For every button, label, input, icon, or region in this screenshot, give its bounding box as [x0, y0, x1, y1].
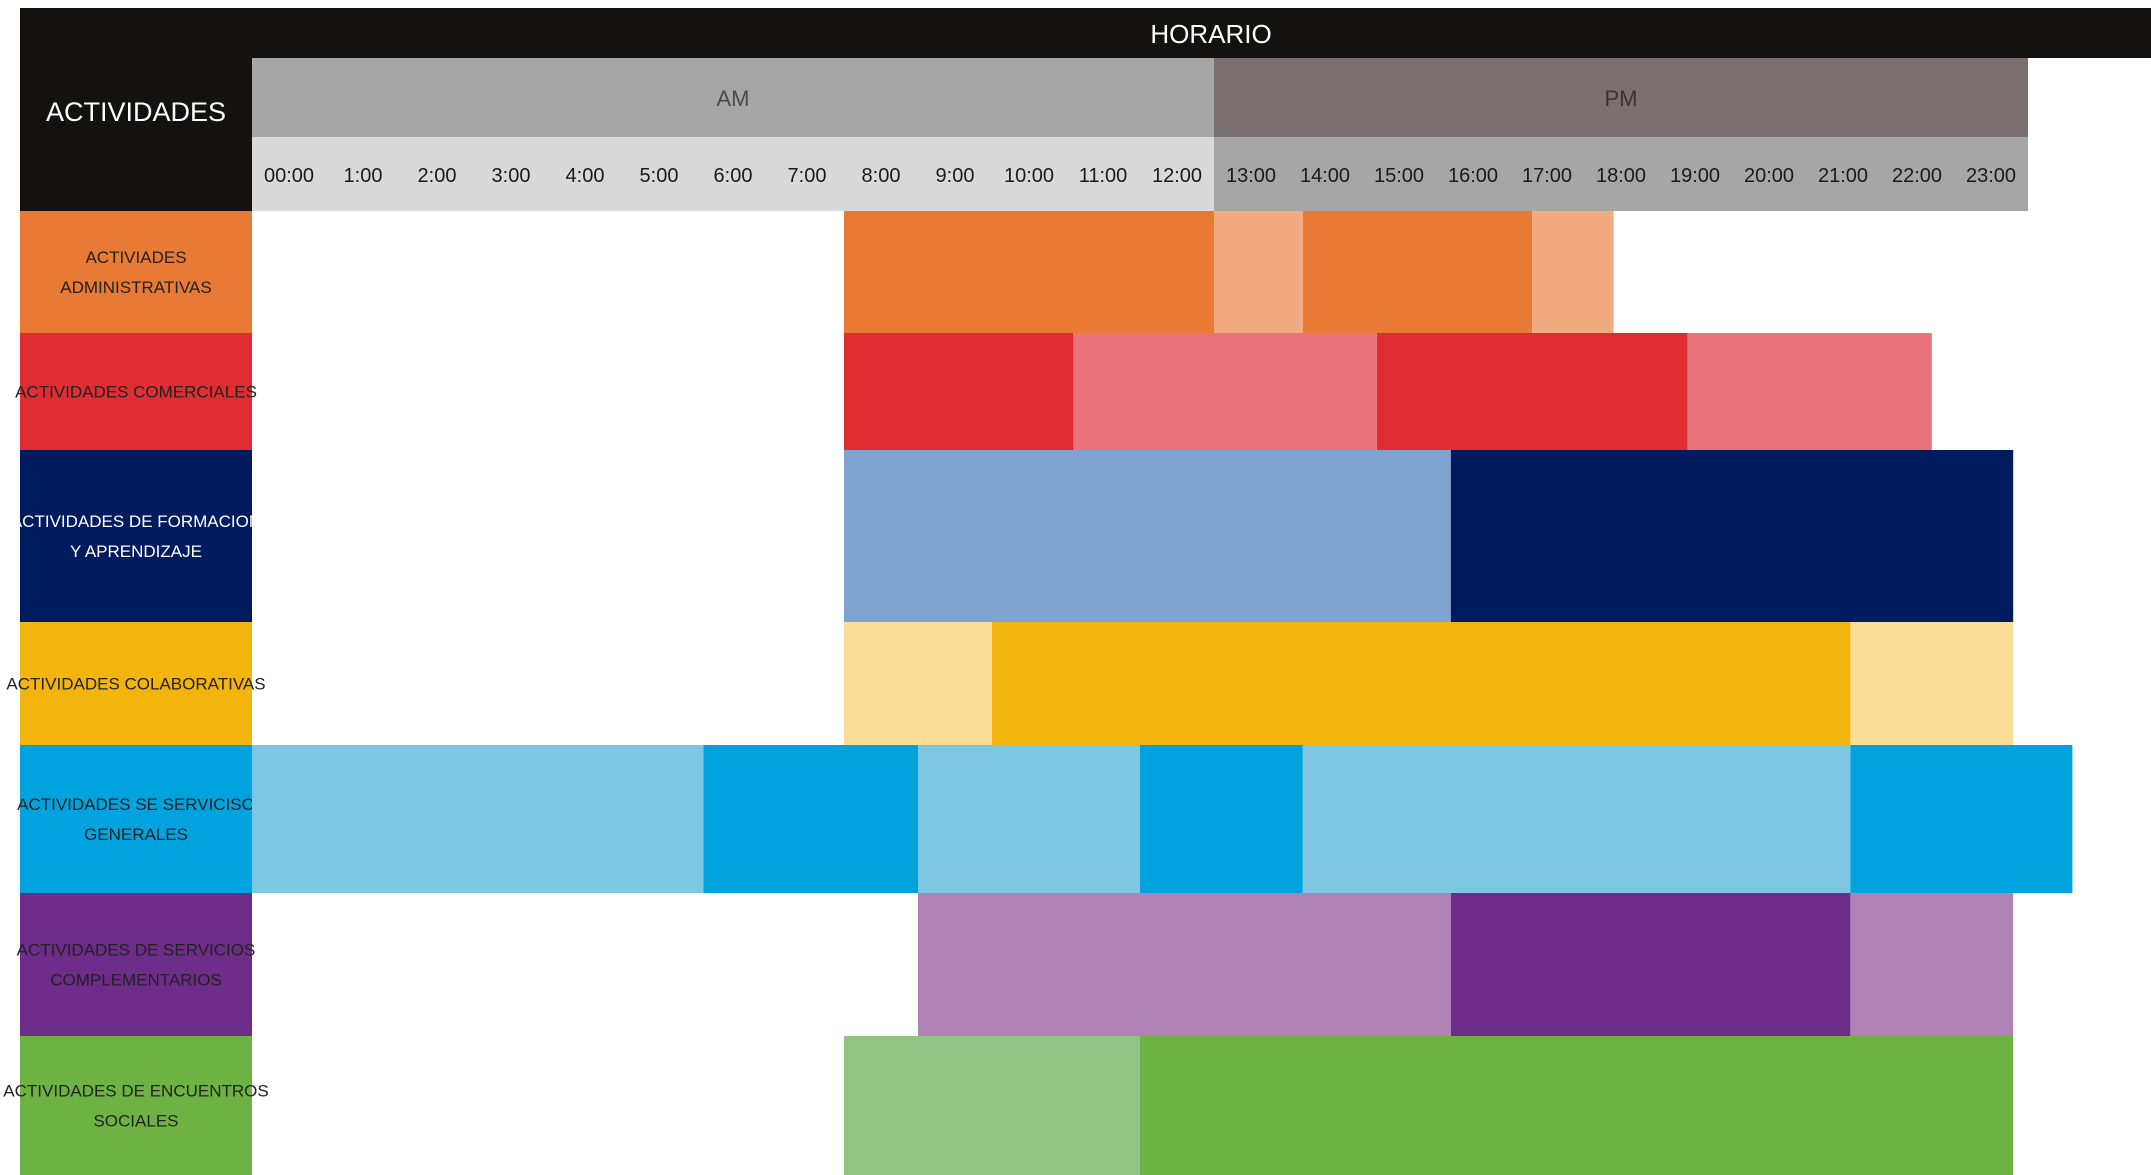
- schedule-bar: [1450, 450, 2014, 622]
- schedule-bar: [844, 211, 1214, 333]
- row-label: ACTIVIDADES COMERCIALES: [15, 382, 257, 401]
- hour-label: 00:00: [264, 165, 314, 187]
- hour-label: 6:00: [714, 165, 753, 187]
- hour-label: 19:00: [1670, 165, 1720, 187]
- schedule-bar: [1073, 333, 1377, 450]
- hour-label: 12:00: [1152, 165, 1202, 187]
- schedule-bar: [844, 450, 1451, 622]
- row-label-cell: [20, 450, 252, 622]
- row-label-cell: [20, 211, 252, 333]
- schedule-bar: [1687, 333, 1932, 450]
- schedule-bar: [703, 745, 918, 893]
- schedule-bar: [918, 745, 1140, 893]
- row-label-cell: [20, 745, 252, 893]
- schedule-bar: [844, 622, 992, 745]
- schedule-bar: [918, 893, 1451, 1036]
- chart-title: HORARIO: [1150, 19, 1271, 49]
- hour-label: 2:00: [418, 165, 457, 187]
- hour-label: 9:00: [936, 165, 975, 187]
- hour-label: 14:00: [1300, 165, 1350, 187]
- schedule-bar: [252, 745, 704, 893]
- hour-label: 17:00: [1522, 165, 1572, 187]
- schedule-bar: [1214, 211, 1303, 333]
- hour-label: 7:00: [788, 165, 827, 187]
- hour-label: 20:00: [1744, 165, 1794, 187]
- schedule-bar: [1140, 745, 1303, 893]
- hour-label: 21:00: [1818, 165, 1868, 187]
- schedule-bar: [1850, 622, 2014, 745]
- period-label: AM: [717, 86, 750, 111]
- schedule-bar: [1850, 893, 2014, 1036]
- hour-label: 8:00: [862, 165, 901, 187]
- schedule-bar: [1140, 1036, 2014, 1175]
- activity-row: ACTIVIDADES SE SERVICISO GENERALES: [17, 745, 2073, 893]
- schedule-bar: [1376, 333, 1688, 450]
- period-bands: AM PM: [252, 58, 2028, 211]
- hour-label: 10:00: [1004, 165, 1054, 187]
- hour-label: 22:00: [1892, 165, 1942, 187]
- hour-label: 15:00: [1374, 165, 1424, 187]
- row-label-cell: [20, 893, 252, 1036]
- schedule-bar: [992, 622, 1851, 745]
- hour-label: 23:00: [1966, 165, 2016, 187]
- schedule-bar: [1850, 745, 2073, 893]
- hour-label: 3:00: [492, 165, 531, 187]
- hour-label: 1:00: [344, 165, 383, 187]
- title-bar: [20, 8, 2151, 58]
- schedule-bar: [1302, 745, 1851, 893]
- hour-label: 5:00: [640, 165, 679, 187]
- activities-header-cell: [20, 58, 252, 211]
- row-label: ACTIVIDADES COLABORATIVAS: [6, 674, 265, 693]
- schedule-bar: [1302, 211, 1533, 333]
- hour-label: 13:00: [1226, 165, 1276, 187]
- hour-label: 16:00: [1448, 165, 1498, 187]
- schedule-bar: [1450, 893, 1851, 1036]
- row-label-cell: [20, 1036, 252, 1175]
- activity-schedule-chart: HORARIO ACTIVIDADES AM PM 00:00 1:00 2:00 3:…: [0, 0, 2151, 1175]
- period-label: PM: [1605, 86, 1638, 111]
- hour-label: 11:00: [1079, 165, 1128, 187]
- hour-label: 4:00: [566, 165, 605, 187]
- schedule-bar: [844, 333, 1074, 450]
- schedule-bar: [844, 1036, 1140, 1175]
- hour-label: 18:00: [1596, 165, 1646, 187]
- schedule-bar: [1532, 211, 1614, 333]
- activities-header: ACTIVIDADES: [46, 97, 226, 127]
